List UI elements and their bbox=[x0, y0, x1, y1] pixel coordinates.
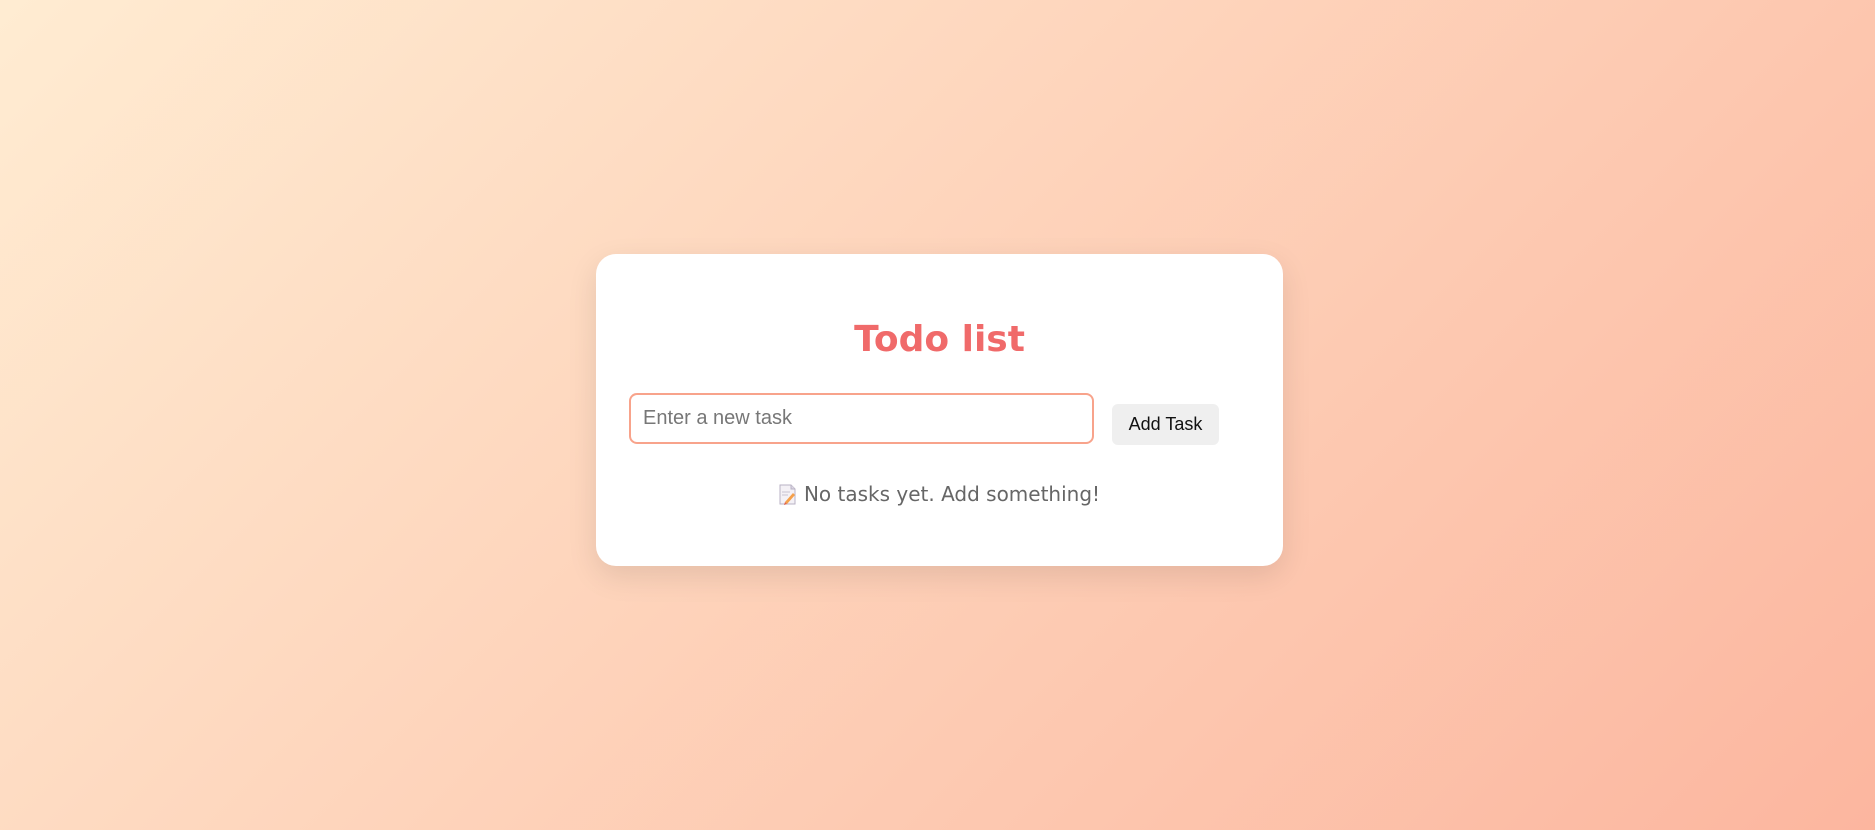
memo-icon bbox=[779, 484, 796, 505]
empty-state-text: No tasks yet. Add something! bbox=[803, 482, 1101, 506]
page-title: Todo list bbox=[854, 319, 1025, 360]
new-task-input[interactable] bbox=[629, 393, 1094, 444]
todo-card: Todo list Add Task No tasks yet. Add som… bbox=[596, 254, 1283, 566]
add-task-button[interactable]: Add Task bbox=[1112, 404, 1219, 445]
empty-state-message: No tasks yet. Add something! bbox=[596, 482, 1283, 506]
